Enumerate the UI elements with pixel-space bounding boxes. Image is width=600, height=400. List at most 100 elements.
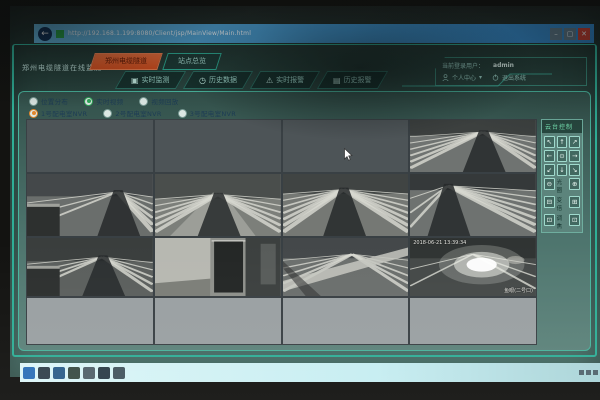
radio-label: 2号配电室NVR [115,108,161,118]
ptz-iris-plus-button[interactable]: ⊕ [569,178,580,190]
ptz-down-right-button[interactable]: ↘ [569,164,580,176]
view-mode-option-1[interactable]: 位置分布 [29,96,68,106]
menu-item-label: 实时报警 [276,75,304,85]
video-feed-image [410,174,536,236]
filter-bars: 位置分布 实时视频 视频回放 1号配电室NVR 2号配电室NVR 3号配电室NVR [19,92,590,120]
url-input[interactable]: http://192.168.1.199:8080/Client/jsp/Mai… [68,30,251,37]
tray-icon-1[interactable] [579,370,584,375]
ptz-focus-plus-button[interactable]: ⊡ [569,214,580,226]
power-icon [492,74,499,81]
radio-dot [29,97,38,106]
ptz-iris-minus-button[interactable]: ⊖ [544,178,555,190]
history-data-icon: ◷ [199,76,206,85]
video-cell-4[interactable] [410,120,536,172]
view-mode-option-3[interactable]: 视频回放 [139,96,178,106]
radio-selected-dot [84,97,93,106]
view-mode-row: 位置分布 实时视频 视频回放 [29,96,580,106]
camera-name-label: 鱼眼(二号口) [504,287,533,294]
ptz-zoom-minus-button[interactable]: ⊟ [544,196,555,208]
monitor-screen: ← http://192.168.1.199:8080/Client/jsp/M… [10,6,600,377]
video-cell-5[interactable] [27,174,153,236]
menu-item-realtime-alarm[interactable]: ⚠实时报警 [249,71,320,89]
video-cell-12[interactable]: 2018-06-21 13:39:34鱼眼(二号口) [410,238,536,296]
ptz-zoom-plus-button[interactable]: ⊞ [569,196,580,208]
video-feed-image [155,238,281,296]
empty-cell-16 [410,298,536,344]
video-cell-9[interactable] [27,238,153,296]
taskbar-app-5[interactable] [98,367,110,379]
ptz-center-button[interactable]: ⊙ [557,150,568,162]
video-cell-10[interactable] [155,238,281,296]
browser-address-bar: ← http://192.168.1.199:8080/Client/jsp/M… [34,24,594,43]
ptz-up-left-button[interactable]: ↖ [544,136,555,148]
video-feed-image [283,238,409,296]
ptz-down-button[interactable]: ↓ [557,164,568,176]
menu-item-realtime-monitor[interactable]: ▣实时监测 [115,71,186,89]
menu-item-history-alarm[interactable]: ▤历史报警 [317,71,388,89]
video-cell-11[interactable] [283,238,409,296]
video-feed-image [27,238,153,296]
history-alarm-icon: ▤ [333,76,341,85]
os-taskbar [20,363,600,382]
empty-cell-14 [155,298,281,344]
realtime-monitor-icon: ▣ [131,76,139,85]
video-cell-8[interactable] [410,174,536,236]
tab-site-overview[interactable]: 站点总览 [162,53,222,70]
taskbar-app-6[interactable] [113,367,125,379]
menu-item-label: 历史报警 [343,75,371,85]
taskbar-app-2[interactable] [53,367,65,379]
realtime-alarm-icon: ⚠ [266,76,273,85]
taskbar-app-1[interactable] [38,367,50,379]
login-user-label: 当前登录用户： [442,61,484,70]
ptz-focus-label: 调焦 [557,214,568,230]
video-cell-7[interactable] [283,174,409,236]
site-favicon [56,30,64,38]
ptz-zoom-label: 变倍 [557,196,568,212]
radio-dot [103,109,112,118]
ptz-control-panel: 云台控制 ↖↑↗←⊙→↙↓↘⊖光圈⊕⊟变倍⊞⊡调焦⊡ [541,119,583,233]
video-feed-image [155,174,281,236]
taskbar-app-3[interactable] [68,367,80,379]
empty-cell-2 [155,120,281,172]
window-controls: – ▢ ✕ [550,28,590,40]
tab-cable-tunnel[interactable]: 郑州电缆隧道 [89,53,163,70]
nvr-option-3[interactable]: 3号配电室NVR [178,108,236,118]
tray-icon-3[interactable] [593,370,598,375]
profile-link[interactable]: 个人中心 ▾ [442,73,482,82]
ptz-up-button[interactable]: ↑ [557,136,568,148]
close-button[interactable]: ✕ [578,28,590,40]
login-user-line: 当前登录用户： admin [442,61,580,70]
start-button[interactable] [23,367,35,379]
ptz-up-right-button[interactable]: ↗ [569,136,580,148]
tray-icon-2[interactable] [586,370,591,375]
user-panel: 当前登录用户： admin 个人中心 ▾ 退出系统 [435,57,587,86]
menu-item-history-data[interactable]: ◷历史数据 [182,71,252,89]
caret-down-icon: ▾ [479,74,482,81]
menu-item-inner: ▤历史报警 [333,75,372,85]
top-tabs: 郑州电缆隧道站点总览 [92,53,224,70]
logout-link[interactable]: 退出系统 [492,73,526,82]
radio-label: 3号配电室NVR [190,108,236,118]
video-grid: 2018-06-21 13:39:34鱼眼(二号口) [26,119,537,345]
nvr-option-1[interactable]: 1号配电室NVR [29,108,87,118]
minimize-button[interactable]: – [550,28,562,40]
ptz-right-button[interactable]: → [569,150,580,162]
ptz-down-left-button[interactable]: ↙ [544,164,555,176]
radio-dot [178,109,187,118]
menu-item-label: 历史数据 [209,75,237,85]
ptz-button-grid: ↖↑↗←⊙→↙↓↘⊖光圈⊕⊟变倍⊞⊡调焦⊡ [544,136,580,230]
ptz-focus-minus-button[interactable]: ⊡ [544,214,555,226]
browser-back-button[interactable]: ← [38,27,52,41]
empty-cell-1 [27,120,153,172]
view-mode-option-2[interactable]: 实时视频 [84,96,123,106]
tab-label: 站点总览 [178,54,206,69]
video-feed-image [283,174,409,236]
video-cell-6[interactable] [155,174,281,236]
main-menu: ▣实时监测◷历史数据⚠实时报警▤历史报警 [120,71,389,89]
ptz-column: 云台控制 ↖↑↗←⊙→↙↓↘⊖光圈⊕⊟变倍⊞⊡调焦⊡ [541,119,583,345]
nvr-option-2[interactable]: 2号配电室NVR [103,108,161,118]
ptz-left-button[interactable]: ← [544,150,555,162]
empty-cell-15 [283,298,409,344]
maximize-button[interactable]: ▢ [564,28,576,40]
taskbar-app-4[interactable] [83,367,95,379]
